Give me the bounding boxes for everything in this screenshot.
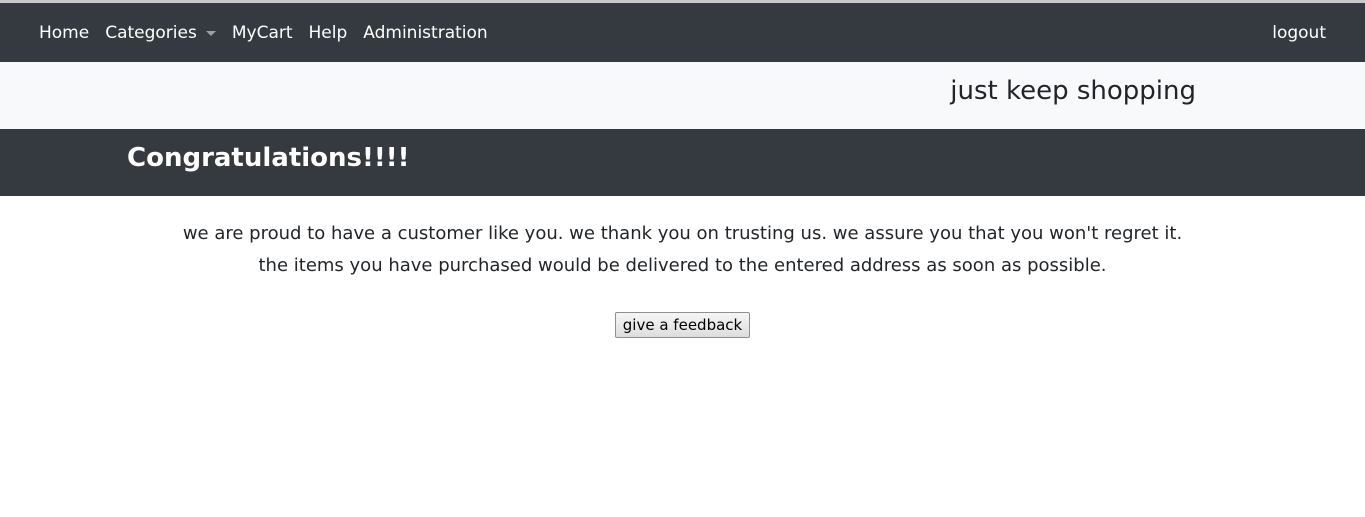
congrats-banner: Congratulations!!!! (0, 129, 1365, 196)
nav-menu: Home Categories MyCart Help Administrati… (31, 23, 496, 43)
give-feedback-button[interactable]: give a feedback (614, 312, 751, 338)
message-line-1: we are proud to have a customer like you… (182, 223, 1183, 244)
tagline-banner: just keep shopping (0, 62, 1365, 129)
nav-categories-label: Categories (105, 22, 197, 43)
thank-you-message: we are proud to have a customer like you… (0, 218, 1365, 282)
nav-categories-dropdown[interactable]: Categories (97, 23, 224, 43)
nav-mycart-link[interactable]: MyCart (224, 23, 301, 43)
navbar: Home Categories MyCart Help Administrati… (0, 3, 1365, 62)
congrats-heading: Congratulations!!!! (127, 143, 410, 173)
nav-home-link[interactable]: Home (31, 23, 97, 43)
logout-link[interactable]: logout (1264, 23, 1334, 43)
caret-down-icon (205, 30, 216, 36)
nav-administration-link[interactable]: Administration (355, 23, 495, 43)
message-line-2: the items you have purchased would be de… (258, 255, 1107, 276)
nav-help-link[interactable]: Help (301, 23, 356, 43)
feedback-button-container: give a feedback (0, 312, 1365, 338)
tagline-text: just keep shopping (950, 76, 1196, 106)
